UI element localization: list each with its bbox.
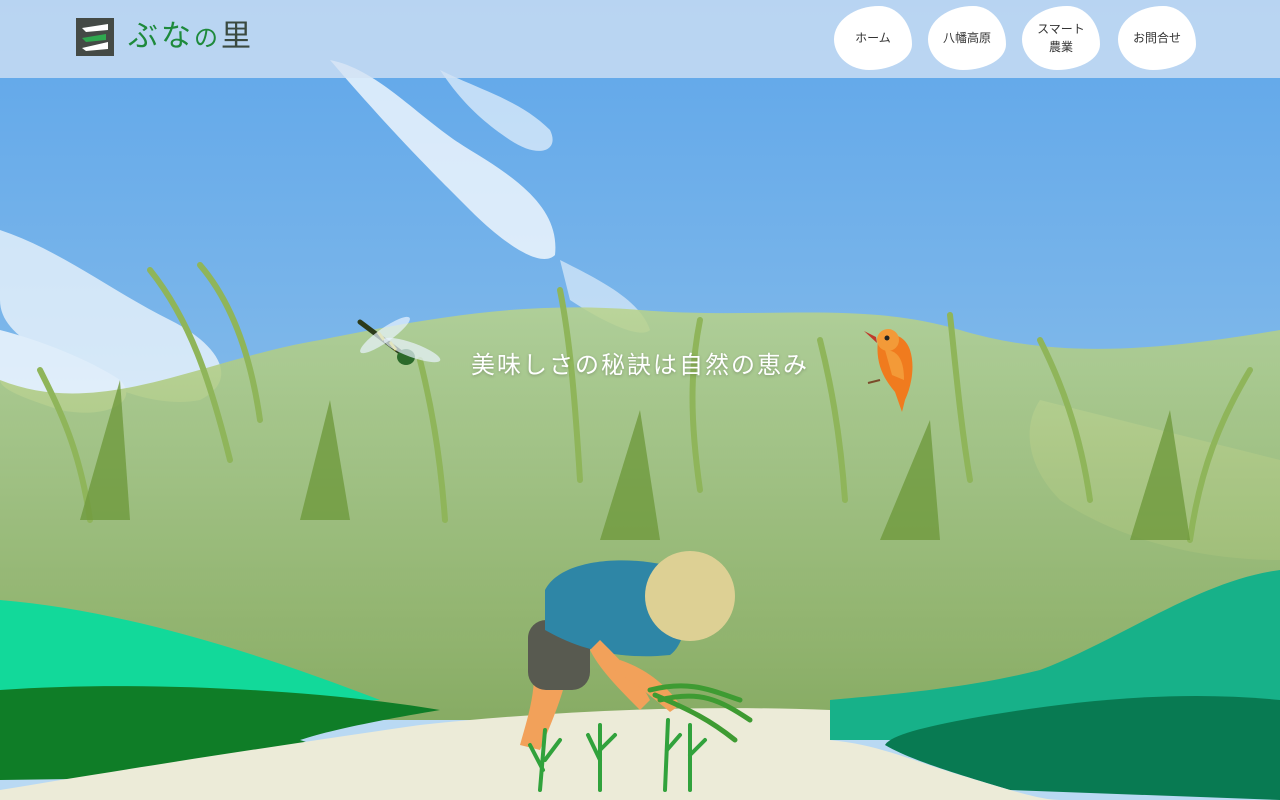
hero-illustration [0,0,1280,800]
nav-item-yawata-kogen[interactable]: 八幡高原 [928,6,1006,70]
nav-item-contact[interactable]: お問合せ [1118,6,1196,70]
logo-text: ぶなの里 [128,17,254,58]
nav-item-label: ホーム [855,31,891,45]
nav-item-smart-agriculture[interactable]: スマート 農業 [1022,6,1100,70]
logo-text-mid: の [194,23,221,52]
main-nav: ホーム 八幡高原 スマート 農業 お問合せ [832,6,1202,72]
hero-tagline: 美味しさの秘訣は自然の恵み [471,351,809,379]
nav-item-label: お問合せ [1132,31,1181,45]
site-logo[interactable]: ぶなの里 [76,17,254,57]
logo-text-suffix: 里 [221,18,254,54]
nav-item-home[interactable]: ホーム [834,6,912,70]
logo-text-prefix: ぶな [128,18,194,54]
nav-item-label: スマート 農業 [1037,22,1085,54]
nav-item-label: 八幡高原 [942,31,991,45]
site-header: ぶなの里 ホーム 八幡高原 スマート 農業 お問合せ [0,0,1280,78]
beech-leaf-logo-icon [76,18,114,56]
